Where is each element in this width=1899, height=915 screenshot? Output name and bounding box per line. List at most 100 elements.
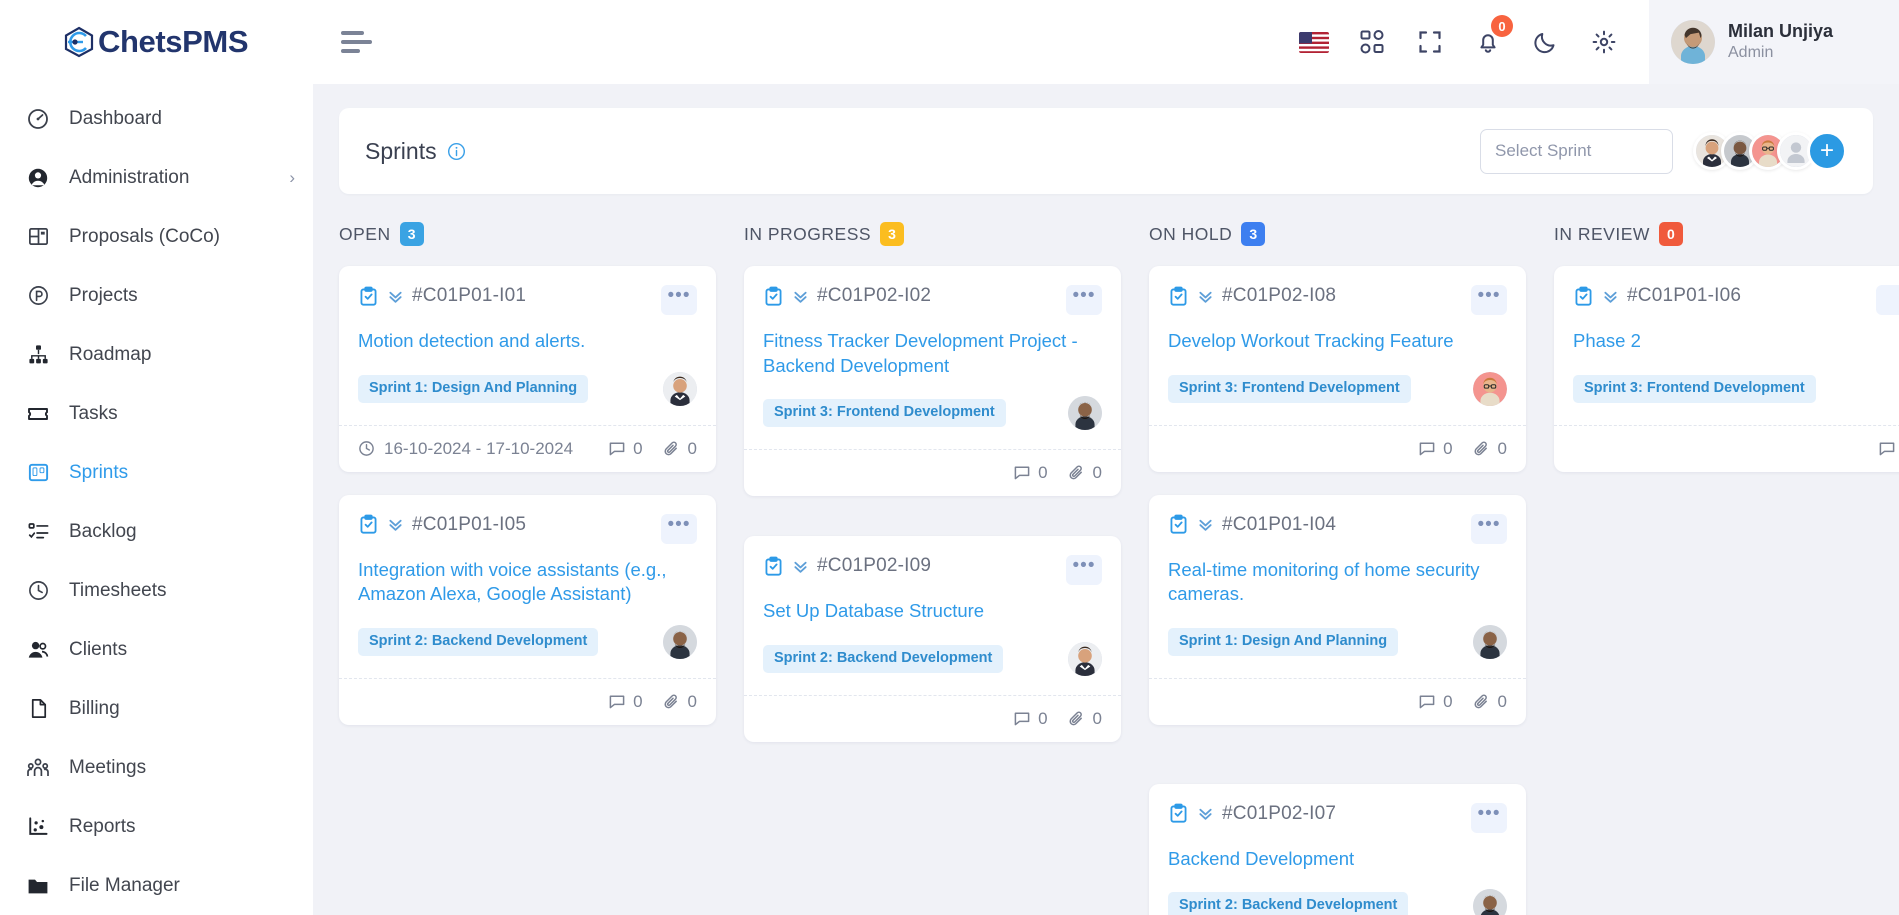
chevron-double-down-icon[interactable] [1197, 516, 1214, 533]
card-stats: 0 [1878, 439, 1899, 459]
card-menu-button[interactable]: ••• [1066, 285, 1102, 315]
card-menu-button[interactable]: ••• [1471, 513, 1507, 544]
card-header: #C01P02-I08 ••• [1168, 285, 1507, 315]
chets-logo-icon [62, 25, 96, 59]
brand-logo[interactable]: ChetsPMS [0, 0, 313, 83]
sidebar-item-proposals[interactable]: Proposals (CoCo) [0, 207, 313, 266]
task-card[interactable]: #C01P02-I07 ••• Backend Development Spri… [1149, 783, 1526, 915]
task-card[interactable]: #C01P02-I02 ••• Fitness Tracker Developm… [744, 266, 1121, 497]
sidebar-item-billing[interactable]: Billing [0, 679, 313, 738]
card-id-line: #C01P01-I04 [1168, 514, 1336, 536]
comment-count: 0 [633, 438, 643, 458]
assignee-avatar[interactable] [663, 371, 697, 406]
apps-grid-icon[interactable] [1357, 27, 1387, 57]
chevron-double-down-icon[interactable] [792, 558, 809, 575]
sidebar-item-label: Administration [69, 166, 190, 188]
sidebar-item-administration[interactable]: Administration › [0, 148, 313, 207]
card-stats: 0 0 [608, 439, 697, 459]
sidebar-item-dashboard[interactable]: Dashboard [0, 89, 313, 148]
card-body: #C01P02-I07 ••• Backend Development Spri… [1149, 784, 1526, 915]
card-id: #C01P01-I04 [1222, 513, 1337, 535]
sidebar-item-sprints[interactable]: Sprints [0, 443, 313, 502]
board-column-in-review: IN REVIEW 0 #C01P01-I06 Phase 2 Sprint 3… [1554, 222, 1899, 915]
paperclip-icon [1069, 711, 1082, 726]
card-title[interactable]: Set Up Database Structure [763, 599, 1102, 624]
user-profile-menu[interactable]: Milan Unjiya Admin [1649, 0, 1899, 84]
sidebar-item-clients[interactable]: Clients [0, 620, 313, 679]
settings-gear-icon[interactable] [1589, 27, 1619, 57]
sidebar-item-reports[interactable]: Reports [0, 797, 313, 856]
task-card[interactable]: #C01P01-I01 ••• Motion detection and ale… [339, 266, 716, 472]
page-content: Sprints Select Sprint + OPEN 3 #C01P01-I… [313, 84, 1899, 915]
chevron-double-down-icon[interactable] [1197, 805, 1214, 822]
fullscreen-icon[interactable] [1415, 27, 1445, 57]
paperclip-icon [664, 694, 677, 709]
task-card[interactable]: #C01P01-I05 ••• Integration with voice a… [339, 494, 716, 725]
sprint-tag: Sprint 3: Frontend Development [1168, 374, 1411, 403]
hamburger-icon[interactable] [341, 31, 375, 53]
avatar [1671, 20, 1715, 64]
card-body: #C01P02-I02 ••• Fitness Tracker Developm… [744, 266, 1121, 449]
dark-mode-moon-icon[interactable] [1531, 27, 1561, 57]
chevron-double-down-icon[interactable] [387, 516, 404, 533]
card-title[interactable]: Motion detection and alerts. [358, 329, 697, 354]
card-menu-button[interactable]: ••• [1066, 555, 1102, 586]
chevron-double-down-icon[interactable] [1602, 288, 1619, 305]
card-header: #C01P02-I02 ••• [763, 285, 1102, 315]
card-menu-button[interactable]: ••• [661, 285, 697, 315]
task-card[interactable]: #C01P02-I08 ••• Develop Workout Tracking… [1149, 266, 1526, 472]
task-card[interactable]: #C01P02-I09 ••• Set Up Database Structur… [744, 536, 1121, 742]
card-title[interactable]: Integration with voice assistants (e.g.,… [358, 558, 697, 607]
sidebar-item-label: Proposals (CoCo) [69, 225, 220, 247]
clipboard-check-icon [358, 514, 379, 535]
card-menu-button[interactable]: ••• [1471, 802, 1507, 833]
sidebar-item-file-manager[interactable]: File Manager [0, 856, 313, 915]
sidebar-item-label: Dashboard [69, 107, 162, 129]
card-meta: Sprint 2: Backend Development [1168, 887, 1507, 915]
assignee-avatar[interactable] [1068, 641, 1102, 676]
task-card[interactable]: #C01P01-I06 Phase 2 Sprint 3: Frontend D… [1554, 266, 1899, 472]
sidebar-item-roadmap[interactable]: Roadmap [0, 325, 313, 384]
add-member-button[interactable]: + [1807, 131, 1847, 171]
card-title[interactable]: Phase 2 [1573, 329, 1899, 354]
select-sprint-input[interactable]: Select Sprint [1480, 128, 1673, 174]
sidebar-item-meetings[interactable]: Meetings [0, 738, 313, 797]
attachment-count: 0 [1092, 708, 1102, 728]
sidebar-item-label: Tasks [69, 402, 118, 424]
card-attachments: 0 [1068, 709, 1102, 729]
sidebar-item-timesheets[interactable]: Timesheets [0, 561, 313, 620]
task-card[interactable]: #C01P01-I04 ••• Real-time monitoring of … [1149, 494, 1526, 725]
language-flag-us-icon[interactable] [1299, 27, 1329, 57]
info-circle-icon[interactable] [447, 142, 466, 161]
assignee-avatar[interactable] [1473, 371, 1507, 406]
card-title[interactable]: Real-time monitoring of home security ca… [1168, 558, 1507, 607]
card-id: #C01P02-I09 [817, 555, 932, 577]
assignee-avatar[interactable] [663, 624, 697, 659]
clipboard-check-icon [763, 556, 784, 577]
card-menu-button[interactable]: ••• [661, 513, 697, 544]
assignee-avatar[interactable] [1068, 396, 1102, 431]
chevron-double-down-icon[interactable] [792, 288, 809, 305]
card-title[interactable]: Backend Development [1168, 847, 1507, 872]
board-column-in-progress: IN PROGRESS 3 #C01P02-I02 ••• Fitness Tr… [744, 222, 1149, 915]
card-title[interactable]: Develop Workout Tracking Feature [1168, 329, 1507, 354]
card-menu-button[interactable] [1876, 285, 1899, 315]
clipboard-check-icon [1168, 514, 1189, 535]
card-menu-button[interactable]: ••• [1471, 285, 1507, 315]
sidebar-item-label: Roadmap [69, 343, 152, 365]
column-title: ON HOLD [1149, 223, 1233, 244]
notification-bell-icon[interactable]: 0 [1473, 15, 1513, 57]
chevron-double-down-icon[interactable] [1197, 288, 1214, 305]
chevron-double-down-icon[interactable] [387, 288, 404, 305]
assignee-avatar[interactable] [1473, 889, 1507, 915]
sidebar-item-projects[interactable]: Projects [0, 266, 313, 325]
column-cards: #C01P01-I06 Phase 2 Sprint 3: Frontend D… [1554, 266, 1899, 472]
assignee-avatar[interactable] [1473, 624, 1507, 659]
sidebar-item-tasks[interactable]: Tasks [0, 384, 313, 443]
card-title[interactable]: Fitness Tracker Development Project - Ba… [763, 329, 1102, 378]
comment-count: 0 [633, 691, 643, 711]
card-body: #C01P01-I06 Phase 2 Sprint 3: Frontend D… [1554, 266, 1899, 425]
clipboard-check-icon [358, 286, 379, 307]
sidebar-item-backlog[interactable]: Backlog [0, 502, 313, 561]
card-attachments: 0 [1473, 439, 1507, 459]
